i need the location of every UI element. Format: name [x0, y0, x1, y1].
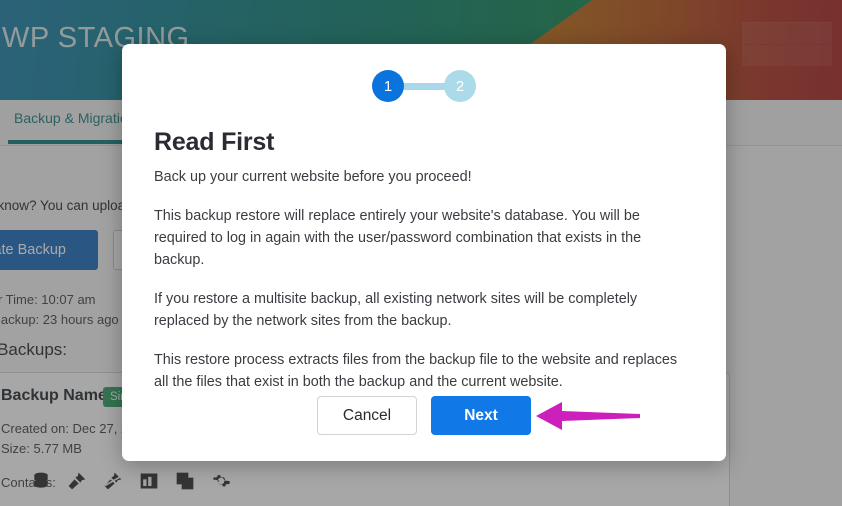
wizard-stepper: 1 2	[122, 70, 726, 102]
modal-paragraph-4: This restore process extracts files from…	[154, 352, 678, 390]
modal-paragraph-1: Back up your current website before you …	[154, 169, 472, 185]
modal-title: Read First	[154, 128, 275, 156]
annotation-arrow-icon	[534, 399, 642, 433]
modal-body: Back up your current website before you …	[154, 166, 694, 393]
step-2-indicator[interactable]: 2	[444, 70, 476, 102]
modal-paragraph-3: If you restore a multisite backup, all e…	[154, 291, 638, 329]
step-1-indicator[interactable]: 1	[372, 70, 404, 102]
cancel-button[interactable]: Cancel	[317, 396, 417, 435]
step-connector-line	[401, 82, 447, 90]
next-button[interactable]: Next	[431, 396, 531, 435]
modal-paragraph-2: This backup restore will replace entirel…	[154, 208, 642, 268]
screenshot-root: WP STAGING Backup & Migration Did you kn…	[0, 0, 842, 506]
